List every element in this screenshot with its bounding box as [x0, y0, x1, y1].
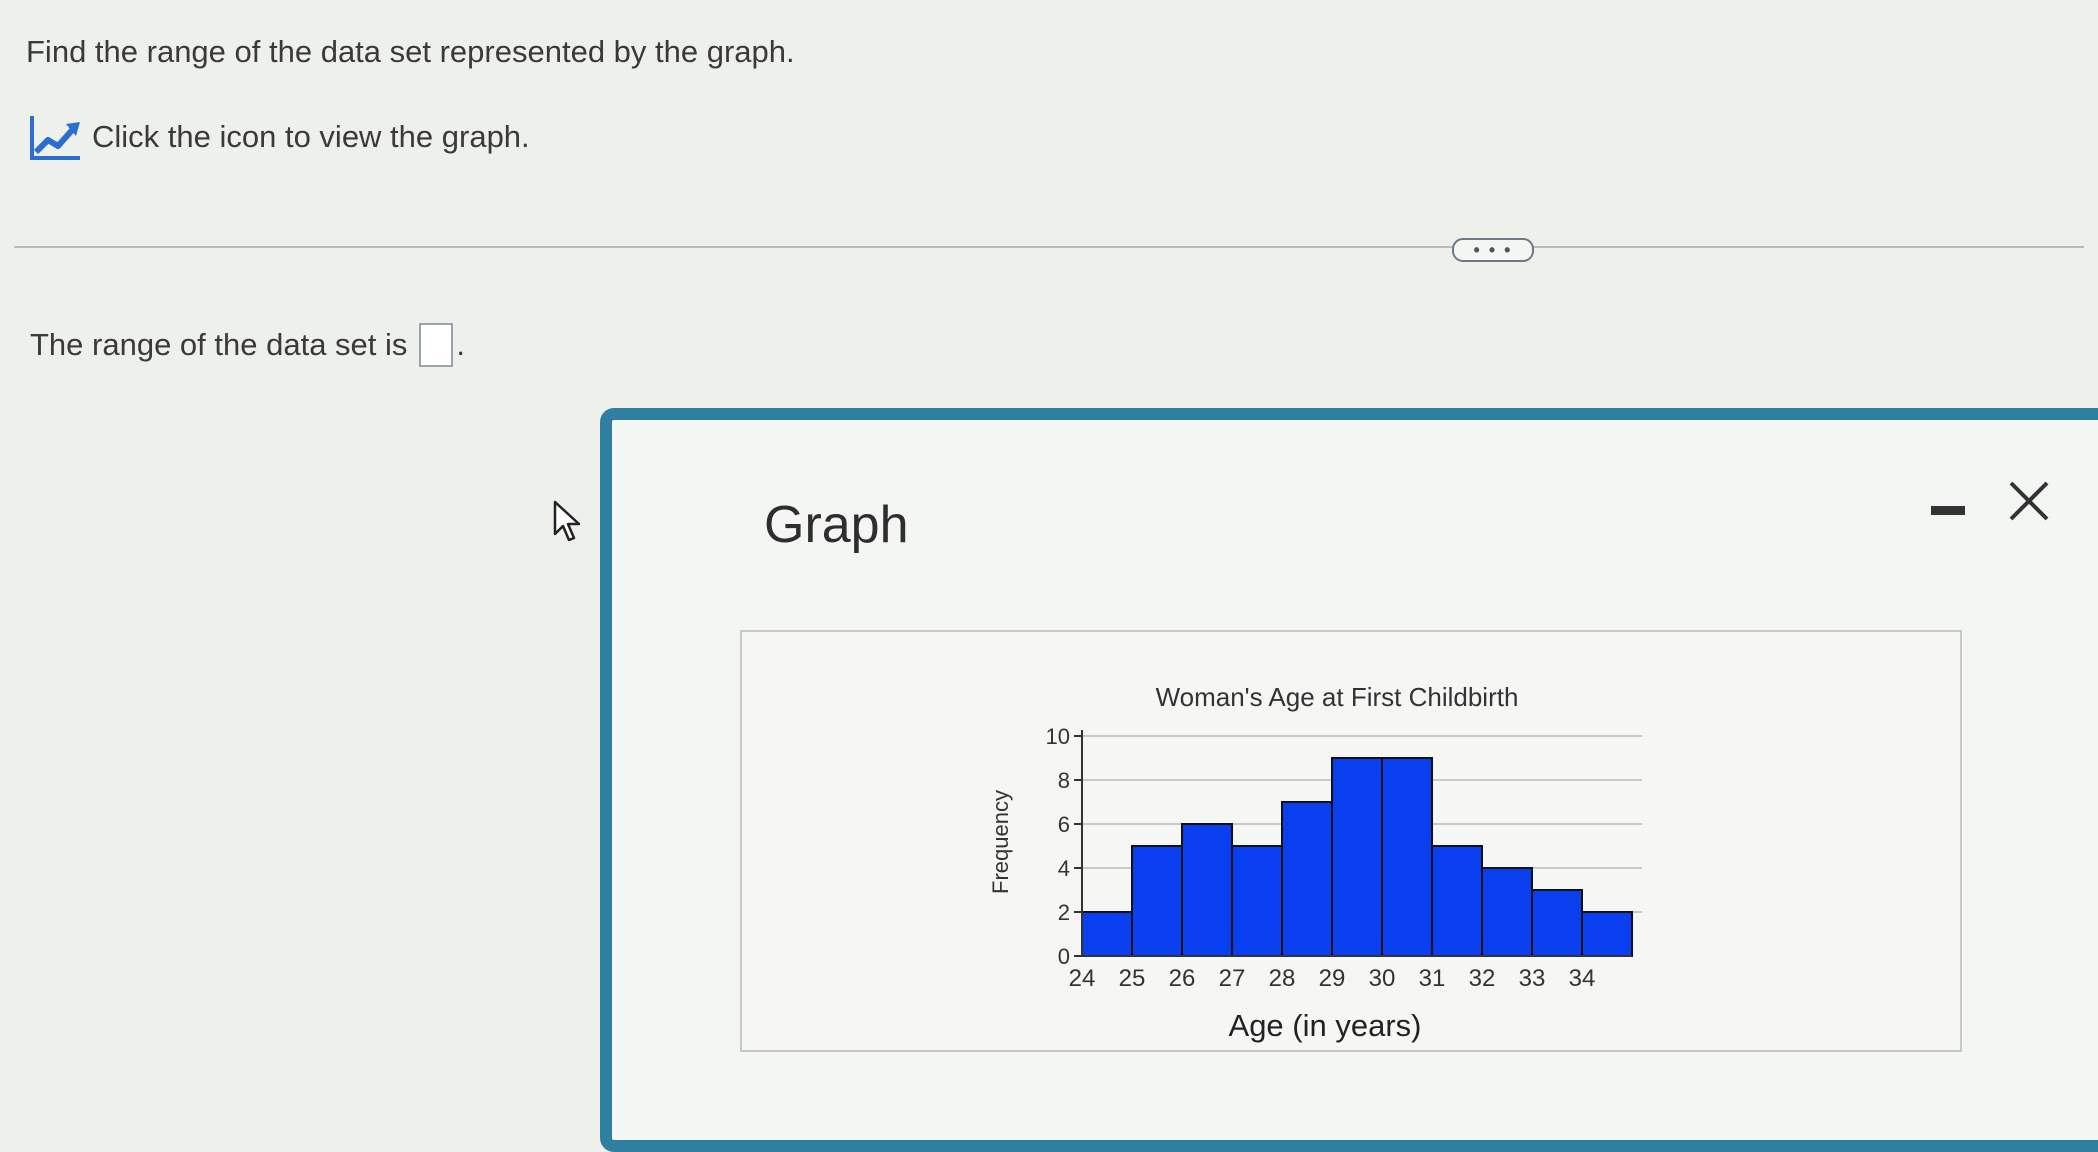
answer-suffix: . — [456, 327, 466, 362]
x-tick-label: 31 — [1419, 965, 1446, 992]
graph-popup-window: Graph Woman's Age at First Childbirth Fr… — [600, 408, 2098, 1152]
x-tick-label: 24 — [1069, 965, 1096, 992]
answer-row: The range of the data set is . — [30, 320, 465, 370]
y-tick-label: 10 — [1046, 724, 1070, 749]
histogram-bar — [1081, 911, 1133, 957]
histogram-bar — [1331, 757, 1383, 957]
view-graph-link-text[interactable]: Click the icon to view the graph. — [92, 119, 530, 155]
x-tick-label: 34 — [1569, 965, 1596, 992]
y-tick-label: 2 — [1058, 900, 1070, 925]
x-tick-label: 26 — [1169, 965, 1196, 992]
more-options-button[interactable]: • • • — [1452, 238, 1534, 262]
answer-prefix: The range of the data set is — [30, 327, 408, 362]
y-axis-label: Frequency — [988, 790, 1013, 894]
popup-title: Graph — [764, 496, 909, 554]
answer-input[interactable] — [419, 323, 454, 367]
line-chart-icon[interactable] — [28, 112, 82, 162]
view-graph-link[interactable]: Click the icon to view the graph. — [28, 112, 530, 162]
minimize-icon — [1931, 506, 1965, 515]
x-tick-label: 30 — [1369, 965, 1396, 992]
histogram-bar — [1281, 801, 1333, 957]
y-tick-label: 4 — [1058, 856, 1070, 881]
x-tick-label: 28 — [1269, 965, 1296, 992]
chart-title: Woman's Age at First Childbirth — [1156, 682, 1519, 712]
histogram-bar — [1481, 867, 1533, 957]
y-tick-label: 8 — [1058, 768, 1070, 793]
histogram-bar — [1381, 757, 1433, 957]
minimize-button[interactable] — [1929, 490, 1967, 528]
histogram-bar — [1231, 845, 1283, 957]
close-icon[interactable] — [2005, 477, 2053, 525]
histogram-bar — [1431, 845, 1483, 957]
section-divider — [14, 246, 2084, 248]
y-tick-label: 6 — [1058, 812, 1070, 837]
x-tick-label: 25 — [1119, 965, 1146, 992]
mouse-pointer-icon — [553, 500, 581, 542]
histogram-bar — [1131, 845, 1183, 957]
x-axis-label: Age (in years) — [1229, 1008, 1422, 1043]
x-tick-label: 29 — [1319, 965, 1346, 992]
histogram-bar — [1581, 911, 1633, 957]
question-prompt: Find the range of the data set represent… — [26, 34, 795, 69]
chart-frame: Woman's Age at First Childbirth Frequenc… — [740, 630, 1962, 1052]
histogram-bar — [1181, 823, 1233, 957]
x-tick-label: 33 — [1519, 965, 1546, 992]
x-tick-label: 32 — [1469, 965, 1496, 992]
x-tick-label: 27 — [1219, 965, 1246, 992]
histogram-bar — [1531, 889, 1583, 957]
histogram-chart: Woman's Age at First Childbirth Frequenc… — [988, 682, 1642, 1043]
